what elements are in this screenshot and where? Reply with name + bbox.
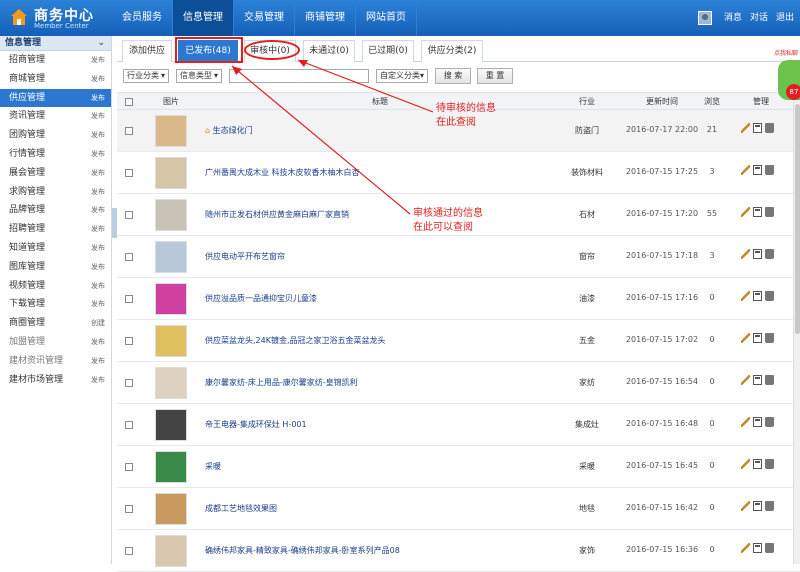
float-chat-label: 点我私聊 <box>774 50 799 57</box>
annotation-arrows <box>231 59 434 215</box>
unread-badge: 87 <box>786 84 800 100</box>
annotation-pending-line2: 在此查阅 <box>436 117 476 128</box>
annotation-pending: 待审核的信息 在此查阅 <box>436 102 496 130</box>
annotation-pending-line1: 待审核的信息 <box>436 103 496 114</box>
annotation-approved: 审核通过的信息 在此可以查阅 <box>413 207 483 235</box>
float-chat-widget[interactable]: 点我私聊 87 <box>770 48 800 118</box>
annotation-approved-line2: 在此可以查阅 <box>413 222 473 233</box>
annotation-approved-line1: 审核通过的信息 <box>413 208 483 219</box>
